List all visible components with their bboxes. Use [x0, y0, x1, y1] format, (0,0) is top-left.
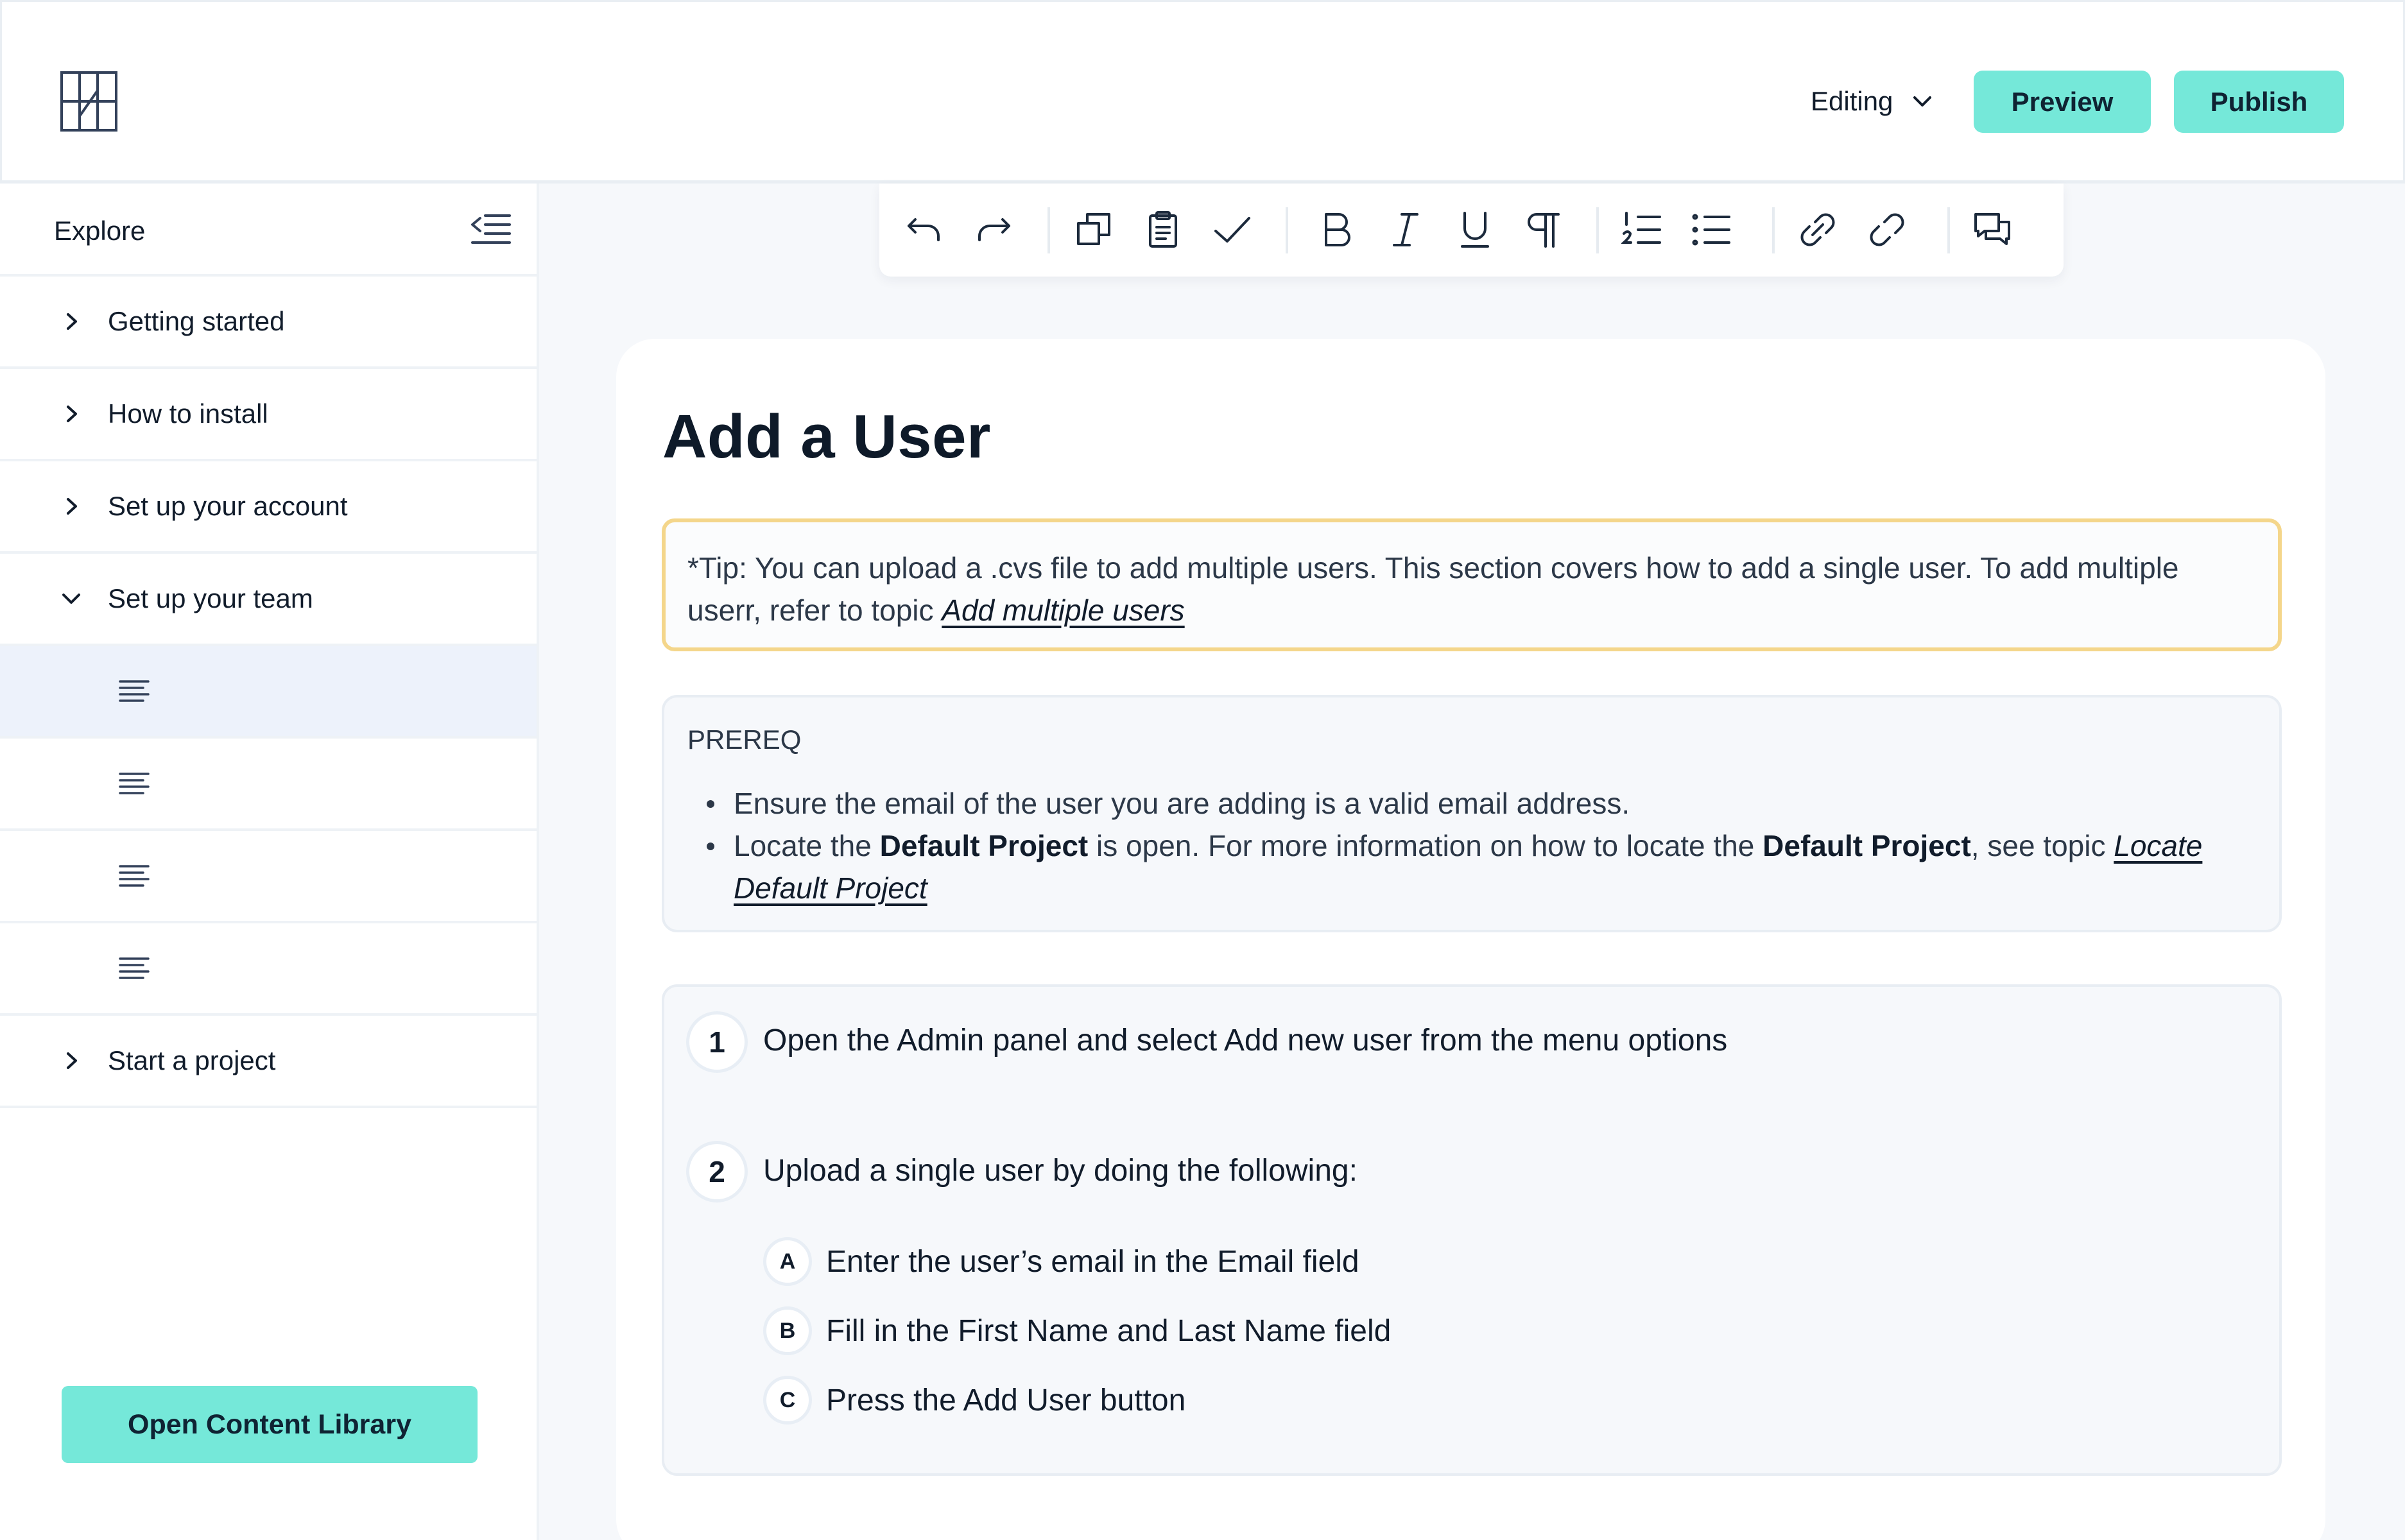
- chevron-right-icon: [67, 1052, 77, 1069]
- prereq-bullet-2-part: is open. For more information on how to …: [1088, 829, 1763, 862]
- chevron-down-icon: [62, 594, 80, 604]
- substep-text: Press the Add User button: [826, 1383, 1186, 1417]
- paragraph-icon[interactable]: [1524, 209, 1565, 250]
- sidebar-subitem[interactable]: [0, 831, 537, 923]
- clipboard-icon[interactable]: [1142, 209, 1184, 250]
- step-text: Open the Admin panel and select Add new …: [763, 1023, 1728, 1057]
- sidebar-item-label: Start a project: [108, 1045, 276, 1075]
- check-icon[interactable]: [1212, 209, 1253, 250]
- list-item: Locate the Default Project is open. For …: [687, 825, 2256, 909]
- mode-label: Editing: [1811, 86, 1893, 116]
- numbered-list-icon[interactable]: [1620, 209, 1662, 250]
- document-card: Add a User *Tip: You can upload a .cvs f…: [616, 339, 2325, 1540]
- publish-button[interactable]: Publish: [2174, 71, 2344, 133]
- grid-logo-icon[interactable]: [60, 71, 117, 132]
- default-project-term: Default Project: [1763, 829, 1971, 862]
- unlink-icon[interactable]: [1866, 209, 1908, 250]
- sidebar-item-how-to-install[interactable]: How to install: [0, 369, 537, 461]
- toolbar-divider: [1947, 207, 1950, 253]
- prereq-title: PREREQ: [687, 724, 802, 755]
- redo-icon[interactable]: [973, 209, 1014, 250]
- substep-letter: C: [763, 1376, 812, 1425]
- sidebar-subitem[interactable]: [0, 923, 537, 1016]
- underline-icon[interactable]: [1454, 209, 1496, 250]
- text-lines-icon: [119, 957, 150, 979]
- step-number: 2: [686, 1141, 748, 1202]
- toolbar-divider: [1596, 207, 1599, 253]
- explore-sidebar: Explore Getting started How to install S…: [0, 184, 539, 1540]
- steps-box: 1 Open the Admin panel and select Add ne…: [662, 984, 2282, 1476]
- bulleted-list-icon[interactable]: [1691, 209, 1732, 250]
- sidebar-header: Explore: [0, 184, 537, 277]
- sidebar-item-label: Set up your account: [108, 491, 348, 521]
- prereq-bullet-2-part: Locate the: [734, 829, 880, 862]
- toolbar-divider: [1047, 207, 1050, 253]
- sidebar-item-start-project[interactable]: Start a project: [0, 1016, 537, 1108]
- prereq-bullet-1: Ensure the email of the user you are add…: [734, 787, 1630, 820]
- step-text: Upload a single user by doing the follow…: [763, 1154, 1358, 1188]
- tip-text: *Tip: You can upload a .cvs file to add …: [687, 551, 2179, 627]
- sidebar-item-set-up-team[interactable]: Set up your team: [0, 554, 537, 646]
- toolbar-divider: [1772, 207, 1775, 253]
- open-content-library-button[interactable]: Open Content Library: [62, 1386, 478, 1463]
- text-lines-icon: [119, 865, 150, 887]
- chevron-right-icon: [67, 313, 77, 330]
- default-project-term: Default Project: [879, 829, 1089, 862]
- toolbar-divider: [1286, 207, 1288, 253]
- substep-text: Fill in the First Name and Last Name fie…: [826, 1314, 1392, 1348]
- list-item: Ensure the email of the user you are add…: [687, 782, 2256, 825]
- text-lines-icon: [119, 680, 150, 702]
- sidebar-item-label: How to install: [108, 398, 268, 429]
- tip-callout: *Tip: You can upload a .cvs file to add …: [662, 518, 2282, 651]
- app-window: Editing Preview Publish Explore Getting …: [0, 0, 2405, 1540]
- substep-letter: B: [763, 1306, 812, 1355]
- substep-text: Enter the user’s email in the Email fiel…: [826, 1245, 1359, 1279]
- preview-button[interactable]: Preview: [1974, 71, 2151, 133]
- prereq-box: PREREQ Ensure the email of the user you …: [662, 695, 2282, 932]
- chevron-right-icon: [67, 406, 77, 422]
- top-header: Editing Preview Publish: [0, 0, 2405, 184]
- sidebar-item-set-up-account[interactable]: Set up your account: [0, 461, 537, 554]
- italic-icon[interactable]: [1385, 209, 1426, 250]
- sidebar-item-getting-started[interactable]: Getting started: [0, 277, 537, 369]
- page-title: Add a User: [662, 402, 991, 471]
- text-lines-icon: [119, 773, 150, 794]
- sidebar-title: Explore: [54, 216, 146, 246]
- collapse-sidebar-icon[interactable]: [470, 212, 512, 248]
- chevron-right-icon: [67, 498, 77, 515]
- add-multiple-users-link[interactable]: Add multiple users: [942, 594, 1184, 627]
- link-icon[interactable]: [1797, 209, 1838, 250]
- copy-icon[interactable]: [1073, 209, 1114, 250]
- substep-letter: A: [763, 1237, 812, 1286]
- prereq-list: Ensure the email of the user you are add…: [687, 782, 2256, 909]
- sidebar-subitem[interactable]: [0, 739, 537, 831]
- mode-dropdown[interactable]: Editing: [1811, 79, 1935, 124]
- prereq-bullet-2-part: , see topic: [1970, 829, 2114, 862]
- comments-icon[interactable]: [1972, 209, 2013, 250]
- sidebar-item-label: Set up your team: [108, 583, 313, 613]
- undo-icon[interactable]: [904, 209, 945, 250]
- bold-icon[interactable]: [1316, 209, 1357, 250]
- step-number: 1: [686, 1011, 748, 1073]
- editor-area: Add a User *Tip: You can upload a .cvs f…: [539, 184, 2405, 1540]
- sidebar-item-label: Getting started: [108, 306, 285, 336]
- sidebar-subitem[interactable]: [0, 646, 537, 739]
- chevron-down-icon: [1913, 96, 1932, 107]
- formatting-toolbar: [879, 184, 2064, 277]
